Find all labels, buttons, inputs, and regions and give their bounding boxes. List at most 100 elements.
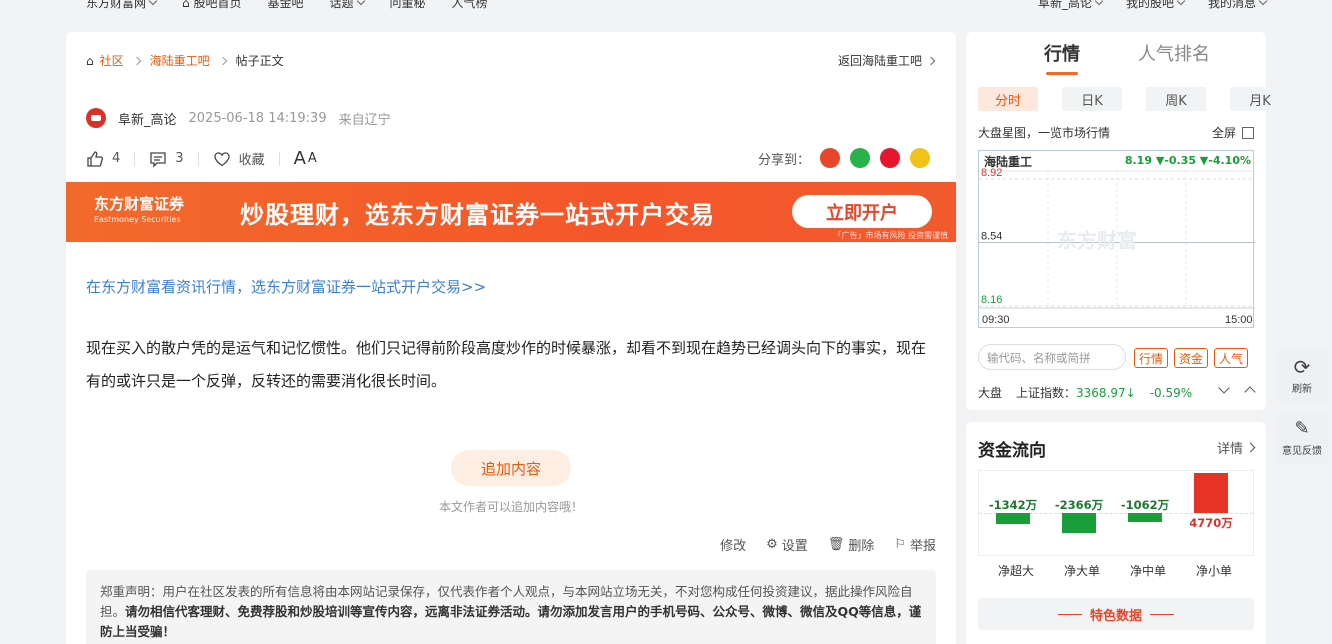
share-wechat-icon[interactable] bbox=[850, 148, 870, 168]
share-bar: 分享到： bbox=[758, 148, 930, 168]
disclaimer-notice: 郑重声明：用户在社区发表的所有信息将由本网站记录保存，仅代表作者个人观点，与本网… bbox=[86, 570, 936, 644]
share-favorite-star-icon[interactable] bbox=[910, 148, 930, 168]
author-name[interactable]: 阜新_高论 bbox=[118, 109, 177, 128]
chart-y-tick-label: 8.54 bbox=[981, 231, 1002, 243]
user-menu[interactable]: 阜新_高论 bbox=[1038, 0, 1104, 11]
favorite-button[interactable]: 收藏 bbox=[213, 149, 279, 168]
period-monthly[interactable]: 月K bbox=[1230, 87, 1290, 111]
thumbs-up-icon bbox=[87, 150, 103, 167]
money-flow-panel: 资金流向 详情 -1342万 -2366万 -1062万 4770万 净超大 净大单 … bbox=[966, 422, 1266, 644]
money-flow-detail-link[interactable]: 详情 bbox=[1217, 438, 1256, 457]
flow-bar bbox=[1062, 513, 1096, 533]
flow-bar bbox=[1194, 473, 1228, 513]
market-map-label[interactable]: 大盘星图，一览市场行情 bbox=[978, 124, 1110, 141]
my-bars-menu[interactable]: 我的股吧 bbox=[1126, 0, 1186, 11]
nav-eastmoney[interactable]: 东方财富网 bbox=[86, 0, 158, 11]
breadcrumb-community[interactable]: 社区 bbox=[100, 52, 124, 69]
breadcrumb: ⌂ 社区 海陆重工吧 帖子正文 bbox=[86, 52, 284, 69]
post-location: 来自辽宁 bbox=[338, 112, 391, 128]
period-daily[interactable]: 日K bbox=[1062, 87, 1122, 111]
flow-bar bbox=[1128, 513, 1162, 522]
comment-icon bbox=[150, 151, 166, 168]
chevron-up-icon[interactable] bbox=[1244, 386, 1256, 398]
avatar[interactable] bbox=[86, 108, 106, 128]
fullscreen-icon bbox=[1242, 126, 1254, 139]
flow-value-label: -1062万 bbox=[1120, 498, 1170, 512]
ad-banner[interactable]: 东方财富证券 Eastmoney Securities 炒股理财，选东方财富证券… bbox=[66, 182, 956, 242]
fullscreen-button[interactable]: 全屏 bbox=[1212, 124, 1254, 141]
flow-bar bbox=[996, 513, 1030, 525]
share-toutiao-icon[interactable] bbox=[820, 148, 840, 168]
font-size-button[interactable]: AA bbox=[294, 148, 331, 169]
settings-button[interactable]: ⚙ 设置 bbox=[766, 535, 808, 554]
chart-x-tick-label: 09:30 bbox=[982, 314, 1010, 326]
top-nav: 东方财富网 ⌂ 股吧首页 基金吧 话题 问董秘 人气榜 阜新_高论 我的股吧 我… bbox=[0, 0, 1332, 12]
nav-ask-secretary[interactable]: 问董秘 bbox=[390, 0, 426, 11]
chevron-right-icon bbox=[926, 56, 936, 65]
like-count: 4 bbox=[112, 151, 121, 166]
open-account-button[interactable]: 立即开户 bbox=[792, 195, 932, 228]
period-intraday[interactable]: 分时 bbox=[978, 87, 1038, 111]
append-tip: 本文作者可以追加内容哦！ bbox=[438, 500, 583, 514]
like-button[interactable]: 4 bbox=[86, 150, 134, 168]
trash-icon: 🗑 bbox=[827, 537, 845, 552]
post-card: ⌂ 社区 海陆重工吧 帖子正文 返回海陆重工吧 阜新_高论 2025-06-18… bbox=[66, 32, 956, 644]
edit-button[interactable]: 修改 bbox=[720, 535, 746, 554]
flow-label-medium: 净中单 bbox=[1129, 564, 1166, 578]
banner-disclaimer: 「广告」市场有风险 投资需谨慎 bbox=[833, 231, 948, 240]
author-line: 阜新_高论 2025-06-18 14:19:39 来自辽宁 bbox=[86, 108, 391, 128]
chart-watermark: 东方财富 bbox=[1057, 229, 1137, 253]
chevron-down-icon[interactable] bbox=[1218, 382, 1230, 394]
money-flow-title: 资金流向 bbox=[978, 441, 1046, 461]
flow-label-large: 净大单 bbox=[1063, 564, 1100, 578]
tab-popularity[interactable]: 人气排名 bbox=[1138, 40, 1210, 66]
comment-count: 3 bbox=[175, 151, 184, 166]
market-index: 大盘 上证指数：3368.97↓ -0.59% bbox=[978, 385, 1193, 401]
chart-svg: 8.928.548.1609:30 15:00东方财富 bbox=[979, 167, 1255, 326]
chart-x-tick-label: 15:00 bbox=[1225, 314, 1253, 326]
tab-quote[interactable]: 行情 bbox=[1044, 40, 1080, 75]
quote-panel: 行情 人气排名 分时 日K 周K 月K 大盘星图，一览市场行情 全屏 8.92 8… bbox=[966, 32, 1290, 410]
period-weekly[interactable]: 周K bbox=[1146, 87, 1206, 111]
gear-icon: ⚙ bbox=[766, 537, 778, 552]
feedback-button[interactable]: ✎ 意见反馈 bbox=[1276, 412, 1328, 464]
heart-icon bbox=[213, 151, 230, 166]
flow-value-label: -1342万 bbox=[988, 498, 1038, 512]
nav-fund-bar[interactable]: 基金吧 bbox=[267, 0, 303, 11]
stock-search-input[interactable]: 输代码、名称或简拼 bbox=[978, 344, 1126, 370]
chevron-right-icon bbox=[132, 56, 141, 65]
post-time: 2025-06-18 14:19:39 bbox=[188, 110, 327, 126]
flow-label-super: 净超大 bbox=[997, 564, 1034, 578]
refresh-button[interactable]: ⟳ 刷新 bbox=[1276, 350, 1328, 402]
flow-value-label: -2366万 bbox=[1054, 498, 1104, 512]
search-popularity-button[interactable]: 人气 bbox=[1214, 348, 1249, 368]
post-body: 现在买入的散户凭的是运气和记忆惯性。他们只记得前阶段高度炒作的时候暴涨，却看不到… bbox=[86, 339, 927, 390]
report-button[interactable]: ⚐ 举报 bbox=[894, 535, 936, 554]
chevron-right-icon bbox=[1245, 442, 1256, 453]
flow-value-label: 4770万 bbox=[1189, 516, 1233, 530]
breadcrumb-bar[interactable]: 海陆重工吧 bbox=[150, 52, 210, 69]
nav-topics[interactable]: 话题 bbox=[329, 0, 365, 11]
search-quote-button[interactable]: 行情 bbox=[1134, 348, 1169, 368]
intraday-chart[interactable]: 8.92 8.54 8.16 09:30 15:00 东方财富 海陆重工 8.19 ▼-0… bbox=[978, 150, 1255, 328]
promo-link[interactable]: 在东方财富看资讯行情，选东方财富证券一站式开户交易>> bbox=[86, 276, 486, 297]
nav-popular[interactable]: 人气榜 bbox=[452, 0, 488, 11]
report-icon: ⚐ bbox=[894, 537, 906, 552]
my-messages-menu[interactable]: 我的消息 bbox=[1208, 0, 1268, 11]
append-content-button[interactable]: 追加内容 bbox=[451, 450, 571, 486]
nav-guba-home[interactable]: ⌂ 股吧首页 bbox=[182, 0, 241, 11]
eastmoney-securities-logo: 东方财富证券 Eastmoney Securities bbox=[94, 195, 185, 224]
delete-button[interactable]: 🗑 删除 bbox=[828, 535, 875, 554]
comment-button[interactable]: 3 bbox=[149, 150, 197, 168]
back-to-bar-link[interactable]: 返回海陆重工吧 bbox=[838, 52, 936, 69]
feedback-icon: ✎ bbox=[1294, 418, 1310, 439]
search-fund-button[interactable]: 资金 bbox=[1174, 348, 1209, 368]
chart-y-tick-label: 8.16 bbox=[981, 294, 1002, 306]
home-icon: ⌂ bbox=[182, 0, 194, 10]
special-data-button[interactable]: 特色数据 bbox=[978, 598, 1254, 630]
flow-label-small: 净小单 bbox=[1195, 564, 1232, 578]
post-actions: 4 3 收藏 AA bbox=[86, 148, 331, 169]
share-weibo-icon[interactable] bbox=[880, 148, 900, 168]
refresh-icon: ⟳ bbox=[1293, 355, 1311, 379]
chart-stock-name: 海陆重工 bbox=[984, 155, 1033, 169]
